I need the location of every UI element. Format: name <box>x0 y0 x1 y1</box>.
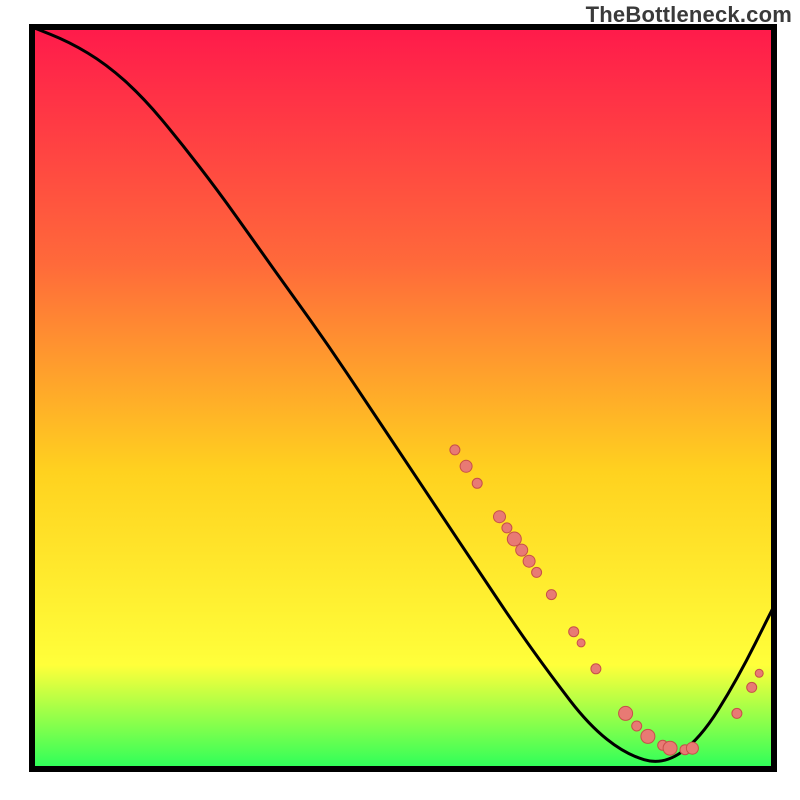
data-dot <box>591 664 601 674</box>
chart-container: TheBottleneck.com <box>0 0 800 800</box>
data-dot <box>516 544 528 556</box>
data-dot <box>450 445 460 455</box>
data-dot <box>523 555 535 567</box>
data-dot <box>460 460 472 472</box>
data-dot <box>732 708 742 718</box>
data-dot <box>546 590 556 600</box>
data-dot <box>663 741 677 755</box>
data-dot <box>632 721 642 731</box>
data-dot <box>619 706 633 720</box>
data-dot <box>472 478 482 488</box>
plot-background <box>32 27 774 769</box>
bottleneck-curve-chart <box>0 0 800 800</box>
data-dot <box>532 567 542 577</box>
data-dot <box>641 729 655 743</box>
data-dot <box>502 523 512 533</box>
data-dot <box>507 532 521 546</box>
watermark-text: TheBottleneck.com <box>586 2 792 28</box>
data-dot <box>577 639 585 647</box>
data-dot <box>686 742 698 754</box>
data-dot <box>747 682 757 692</box>
data-dot <box>494 511 506 523</box>
data-dot <box>755 669 763 677</box>
data-dot <box>569 627 579 637</box>
